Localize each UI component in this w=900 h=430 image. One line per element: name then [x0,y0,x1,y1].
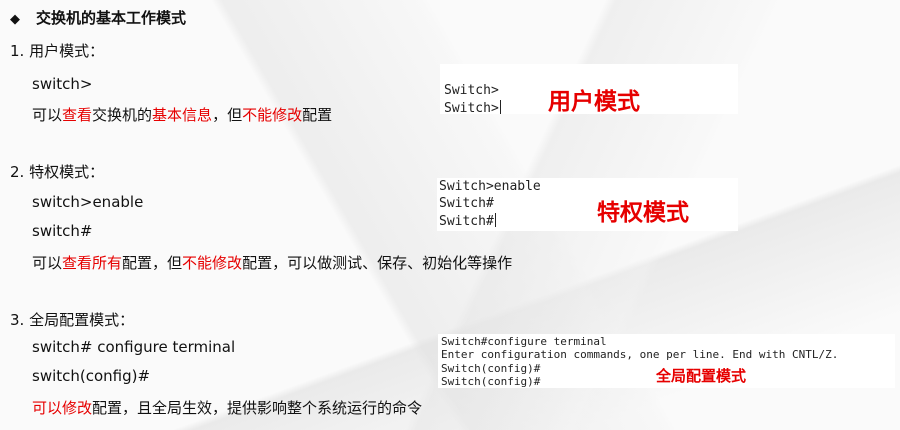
terminal-line: Switch(config)# [441,362,541,375]
terminal-screenshot-global-config-mode: Switch#configure terminal Enter configur… [438,334,895,388]
terminal-caption: 全局配置模式 [656,367,747,385]
section-2-command-2: switch# [32,222,93,240]
text-cursor [499,100,501,114]
terminal-caption: 用户模式 [548,89,640,115]
terminal-line: Switch> [444,100,501,116]
terminal-line: Switch(config)# [441,375,541,388]
terminal-line: Switch# [439,196,494,211]
section-1-command: switch> [32,75,93,93]
section-2-description: 可以查看所有配置，但不能修改配置，可以做测试、保存、初始化等操作 [32,254,513,272]
section-3-command-1: switch# configure terminal [32,338,236,356]
terminal-screenshot-privileged-mode: Switch>enable Switch# Switch# 特权模式 [437,178,738,231]
section-2-heading: 2. 特权模式： [10,163,105,181]
terminal-line: Switch#configure terminal [441,335,607,348]
diamond-icon: ◆ [10,12,20,27]
section-3-description: 可以修改配置，且全局生效，提供影响整个系统运行的命令 [32,399,423,417]
section-3-heading: 3. 全局配置模式： [10,311,135,329]
section-2-command-1: switch>enable [32,193,144,211]
slide-title-text: 交换机的基本工作模式 [36,9,187,27]
terminal-screenshot-user-mode: Switch> Switch> 用户模式 [440,64,738,116]
slide-title: ◆ 交换机的基本工作模式 [10,7,186,28]
section-1-description: 可以查看交换机的基本信息，但不能修改配置 [32,106,333,124]
section-1-heading: 1. 用户模式： [10,42,105,60]
text-cursor [494,213,496,227]
terminal-line: Enter configuration commands, one per li… [441,348,839,361]
terminal-line: Switch>enable [439,179,541,194]
terminal-caption: 特权模式 [597,200,689,226]
section-3-command-2: switch(config)# [32,367,151,385]
terminal-line: Switch# [439,213,496,229]
terminal-line: Switch> [444,83,499,98]
